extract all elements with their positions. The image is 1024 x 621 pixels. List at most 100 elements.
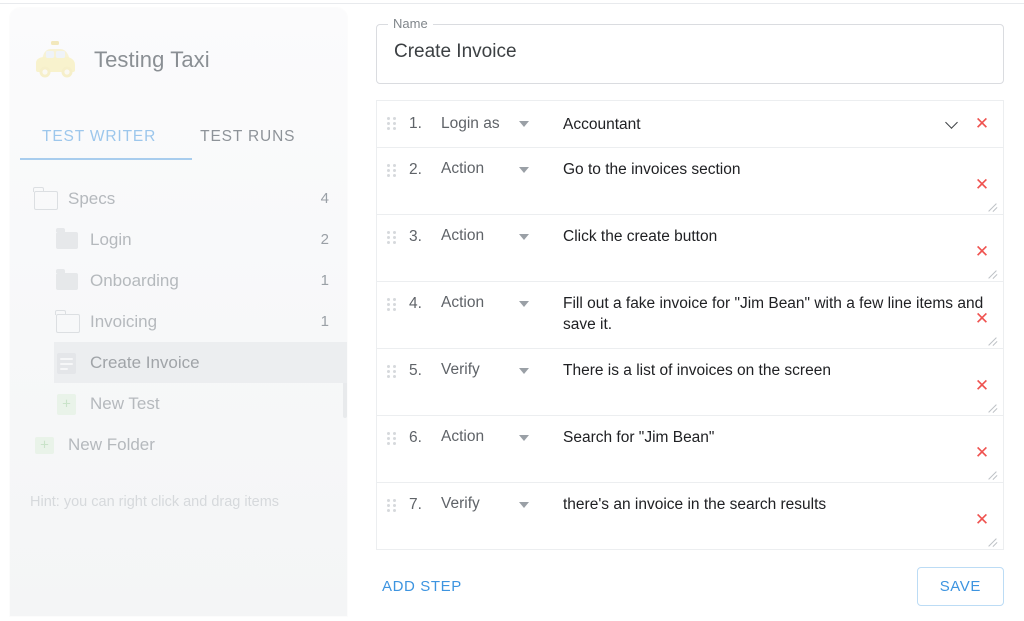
resize-handle-icon[interactable] [986, 266, 998, 278]
step-text-input[interactable]: there's an invoice in the search results [563, 494, 993, 515]
step-value-select[interactable]: Accountant [563, 114, 993, 135]
active-tab-indicator [20, 158, 192, 160]
steps-list: 1. Login as Accountant ✕ 2. Action Go to… [376, 100, 1004, 550]
delete-step-button[interactable]: ✕ [973, 176, 991, 194]
new-folder-icon [32, 434, 58, 456]
caret-down-icon [519, 301, 529, 307]
drag-handle-icon[interactable] [387, 298, 397, 312]
step-type-select[interactable]: Action [441, 227, 541, 245]
step-type-select[interactable]: Login as [441, 115, 541, 133]
caret-down-icon [519, 435, 529, 441]
test-editor: Name 1. Login as Accountant ✕ [376, 0, 1006, 621]
tree-item-count: 1 [320, 313, 329, 330]
step-text-input[interactable]: There is a list of invoices on the scree… [563, 360, 993, 381]
drag-handle-icon[interactable] [387, 499, 397, 513]
step-row[interactable]: 1. Login as Accountant ✕ [377, 101, 1003, 148]
step-row[interactable]: 6. Action Search for "Jim Bean" ✕ [377, 416, 1003, 483]
step-index: 5. [409, 362, 422, 379]
tree-item-new-test[interactable]: New Test [10, 383, 347, 424]
step-type-label: Action [441, 227, 485, 244]
step-type-label: Verify [441, 361, 480, 378]
step-type-select[interactable]: Action [441, 428, 541, 446]
step-text-input[interactable]: Fill out a fake invoice for "Jim Bean" w… [563, 293, 993, 335]
tree-item-specs[interactable]: Specs 4 [10, 178, 347, 219]
taxi-icon [30, 37, 80, 83]
delete-step-button[interactable]: ✕ [973, 243, 991, 261]
name-input[interactable] [394, 41, 954, 63]
step-type-select[interactable]: Action [441, 160, 541, 178]
delete-step-button[interactable]: ✕ [973, 444, 991, 462]
step-text-input[interactable]: Click the create button [563, 226, 993, 247]
tree-item-label: Create Invoice [90, 352, 200, 372]
editor-footer: ADD STEP SAVE [376, 562, 1004, 610]
app-root: Testing Taxi TEST WRITER TEST RUNS Specs… [0, 0, 1024, 621]
tree-item-onboarding[interactable]: Onboarding 1 [10, 260, 347, 301]
new-test-icon [54, 393, 80, 415]
save-button[interactable]: SAVE [916, 566, 1004, 606]
folder-open-icon [32, 186, 58, 210]
resize-handle-icon[interactable] [986, 333, 998, 345]
tree-item-count: 1 [320, 272, 329, 289]
step-row[interactable]: 2. Action Go to the invoices section ✕ [377, 148, 1003, 215]
delete-step-button[interactable]: ✕ [973, 115, 991, 133]
tree-item-label: Specs [68, 188, 116, 208]
caret-down-icon [519, 502, 529, 508]
tab-test-runs[interactable]: TEST RUNS [178, 113, 317, 157]
step-type-select[interactable]: Action [441, 294, 541, 312]
resize-handle-icon[interactable] [986, 467, 998, 479]
tree-item-count: 2 [320, 231, 329, 248]
name-field[interactable]: Name [376, 16, 1004, 84]
folder-open-icon [54, 309, 80, 333]
drag-handle-icon[interactable] [387, 164, 397, 178]
step-type-label: Action [441, 294, 485, 311]
step-type-label: Login as [441, 115, 500, 132]
add-step-button[interactable]: ADD STEP [376, 572, 468, 601]
step-type-label: Action [441, 428, 485, 445]
delete-step-button[interactable]: ✕ [973, 310, 991, 328]
resize-handle-icon[interactable] [986, 199, 998, 211]
tree-item-create-invoice[interactable]: Create Invoice [54, 342, 347, 383]
resize-handle-icon[interactable] [986, 534, 998, 546]
tree-item-label: Invoicing [90, 311, 158, 331]
tree-item-label: Onboarding [90, 270, 179, 290]
drag-handle-icon[interactable] [387, 117, 397, 131]
step-text-input[interactable]: Search for "Jim Bean" [563, 427, 993, 448]
drag-handle-icon[interactable] [387, 365, 397, 379]
step-row[interactable]: 4. Action Fill out a fake invoice for "J… [377, 282, 1003, 349]
name-field-label: Name [388, 16, 433, 32]
resize-handle-icon[interactable] [986, 400, 998, 412]
step-index: 1. [409, 115, 422, 132]
drag-handle-icon[interactable] [387, 432, 397, 446]
brand-title: Testing Taxi [94, 47, 210, 72]
tree-item-count: 4 [320, 190, 329, 207]
step-row[interactable]: 3. Action Click the create button ✕ [377, 215, 1003, 282]
folder-closed-icon [54, 227, 80, 251]
step-type-select[interactable]: Verify [441, 361, 541, 379]
sidebar: Testing Taxi TEST WRITER TEST RUNS Specs… [10, 8, 347, 616]
folder-closed-icon [54, 268, 80, 292]
tree-item-invoicing[interactable]: Invoicing 1 [10, 301, 347, 342]
step-text-input[interactable]: Go to the invoices section [563, 159, 993, 180]
step-row[interactable]: 5. Verify There is a list of invoices on… [377, 349, 1003, 416]
tree-item-new-folder[interactable]: New Folder [10, 424, 347, 465]
step-type-label: Verify [441, 495, 480, 512]
step-type-label: Action [441, 160, 485, 177]
sidebar-hint: Hint: you can right click and drag items [30, 494, 280, 510]
tree-item-login[interactable]: Login 2 [10, 219, 347, 260]
brand: Testing Taxi [30, 32, 210, 88]
step-row[interactable]: 7. Verify there's an invoice in the sear… [377, 483, 1003, 550]
step-type-select[interactable]: Verify [441, 495, 541, 513]
test-document-icon [54, 352, 80, 374]
drag-handle-icon[interactable] [387, 231, 397, 245]
tab-test-writer[interactable]: TEST WRITER [20, 113, 178, 157]
step-index: 3. [409, 228, 422, 245]
delete-step-button[interactable]: ✕ [973, 511, 991, 529]
caret-down-icon [519, 234, 529, 240]
step-index: 4. [409, 295, 422, 312]
caret-down-icon [519, 368, 529, 374]
sidebar-tabs: TEST WRITER TEST RUNS [20, 113, 317, 163]
tree-item-label: New Test [90, 393, 160, 413]
chevron-down-icon[interactable] [946, 117, 959, 130]
delete-step-button[interactable]: ✕ [973, 377, 991, 395]
step-index: 6. [409, 429, 422, 446]
